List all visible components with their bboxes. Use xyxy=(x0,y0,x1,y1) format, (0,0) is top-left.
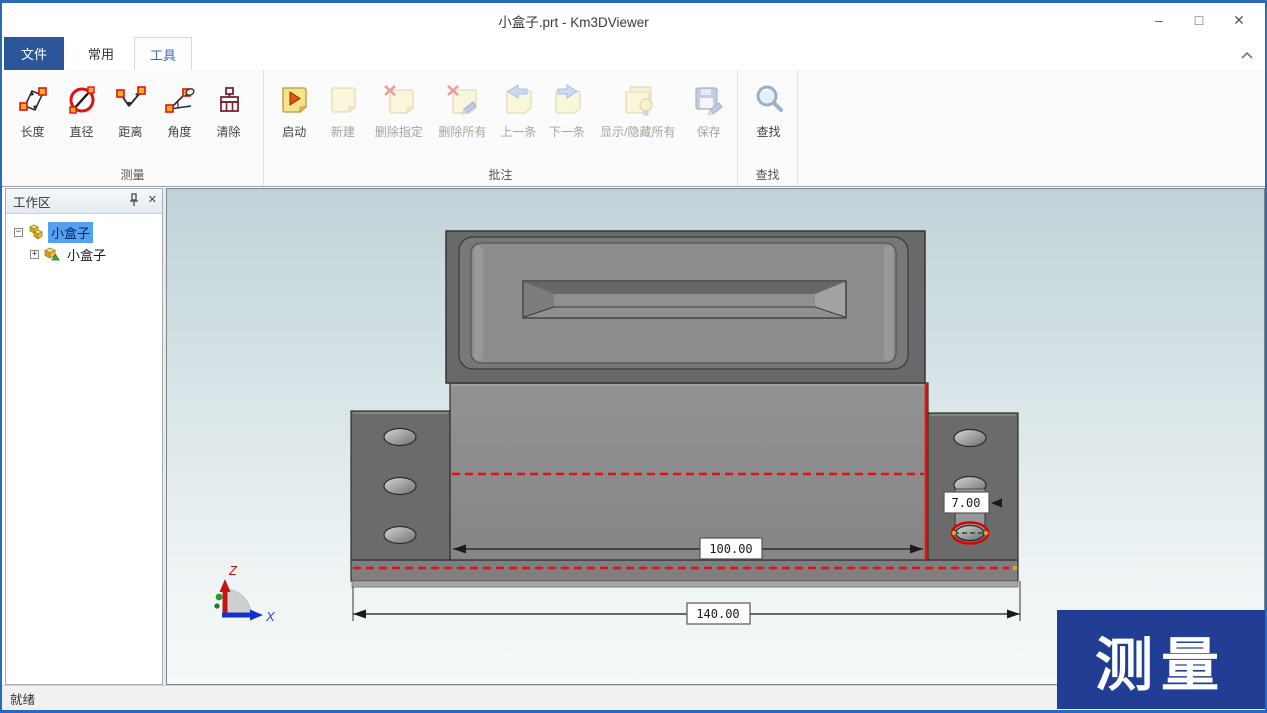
length-button[interactable]: 长度 xyxy=(8,78,57,140)
group-label-annotation: 批注 xyxy=(264,166,737,183)
ribbon-group-annotation: 启动 新建 xyxy=(264,70,738,186)
button-label: 保存 xyxy=(697,123,721,140)
button-label: 角度 xyxy=(167,123,191,140)
annotation-new-button[interactable]: 新建 xyxy=(319,78,368,140)
tab-tools[interactable]: 工具 xyxy=(134,37,192,70)
button-label: 启动 xyxy=(282,123,306,140)
search-icon xyxy=(751,80,787,120)
collapse-expander-icon[interactable]: − xyxy=(14,228,23,237)
button-label: 新建 xyxy=(331,123,355,140)
maximize-button[interactable]: □ xyxy=(1179,7,1219,33)
workspace-panel: 工作区 ✕ − 小盒 xyxy=(5,188,163,685)
workspace-tree: − 小盒子 + 小盒子 xyxy=(6,214,162,265)
minimize-button[interactable]: – xyxy=(1139,7,1179,33)
button-label: 长度 xyxy=(20,123,44,140)
clear-brush-icon xyxy=(211,80,247,120)
note-save-icon xyxy=(691,80,727,120)
pin-icon[interactable] xyxy=(128,193,140,207)
x-axis-label: X xyxy=(265,609,276,624)
part-icon xyxy=(43,246,60,262)
button-label: 显示/隐藏所有 xyxy=(600,123,675,140)
model-part[interactable] xyxy=(351,231,1018,587)
button-label: 直径 xyxy=(69,123,93,140)
close-button[interactable]: ✕ xyxy=(1219,7,1259,33)
button-label: 距离 xyxy=(118,123,142,140)
group-label-measure: 测量 xyxy=(2,166,263,183)
distance-button[interactable]: 距离 xyxy=(106,78,155,140)
angle-button[interactable]: 角度 xyxy=(155,78,204,140)
tree-node-label[interactable]: 小盒子 xyxy=(48,222,93,243)
tree-row-child[interactable]: + 小盒子 xyxy=(6,243,162,265)
dimension-label-100[interactable]: 100.00 xyxy=(709,542,752,556)
tree-row-root[interactable]: − 小盒子 xyxy=(6,221,162,243)
button-label: 查找 xyxy=(756,123,780,140)
annotation-save-button[interactable]: 保存 xyxy=(684,78,733,140)
dimension-label-140[interactable]: 140.00 xyxy=(696,607,739,621)
window-title: 小盒子.prt - Km3DViewer xyxy=(2,11,1145,31)
chevron-up-icon[interactable] xyxy=(1239,49,1255,61)
button-label: 下一条 xyxy=(549,123,585,140)
measure-length-icon xyxy=(15,80,51,120)
titlebar: 小盒子.prt - Km3DViewer – □ ✕ xyxy=(2,3,1265,37)
measure-angle-icon xyxy=(162,80,198,120)
button-label: 上一条 xyxy=(500,123,536,140)
annotation-delete-one-button[interactable]: 删除指定 xyxy=(367,78,430,140)
group-label-find: 查找 xyxy=(738,166,797,183)
find-button[interactable]: 查找 xyxy=(744,78,793,140)
z-axis-label: Z xyxy=(228,563,238,578)
status-text: 就绪 xyxy=(10,689,35,708)
workspace-titlebar: 工作区 ✕ xyxy=(6,189,162,214)
annotation-next-button[interactable]: 下一条 xyxy=(543,78,592,140)
clear-button[interactable]: 清除 xyxy=(204,78,253,140)
assembly-icon xyxy=(27,224,44,240)
y-axis-marker xyxy=(216,594,223,601)
workspace-title: 工作区 xyxy=(13,192,51,211)
measure-diameter-icon xyxy=(64,80,100,120)
annotation-prev-button[interactable]: 上一条 xyxy=(494,78,543,140)
expand-expander-icon[interactable]: + xyxy=(30,250,39,259)
note-new-icon xyxy=(325,80,361,120)
ribbon-group-find: 查找 查找 xyxy=(738,70,798,186)
tree-node-label[interactable]: 小盒子 xyxy=(64,244,109,265)
ribbon: 长度 直径 xyxy=(2,70,1265,187)
button-label: 清除 xyxy=(216,123,240,140)
window-controls: – □ ✕ xyxy=(1139,7,1259,33)
note-delete-one-icon xyxy=(381,80,417,120)
dimension-label-7[interactable]: 7.00 xyxy=(952,496,981,510)
app-window: 小盒子.prt - Km3DViewer – □ ✕ 文件 常用 工具 xyxy=(0,0,1267,713)
button-label: 删除指定 xyxy=(375,123,423,140)
ribbon-tab-row: 文件 常用 工具 xyxy=(2,37,1265,70)
workspace-close-icon[interactable]: ✕ xyxy=(148,193,157,207)
note-next-icon xyxy=(549,80,585,120)
ribbon-group-measure: 长度 直径 xyxy=(2,70,264,186)
annotation-showhide-button[interactable]: 显示/隐藏所有 xyxy=(591,78,684,140)
note-start-icon xyxy=(276,80,312,120)
tab-file[interactable]: 文件 xyxy=(4,37,64,70)
diameter-button[interactable]: 直径 xyxy=(57,78,106,140)
measure-watermark: 测量 xyxy=(1057,610,1265,709)
button-label: 删除所有 xyxy=(438,123,486,140)
note-showhide-icon xyxy=(620,80,656,120)
note-delete-all-icon xyxy=(444,80,480,120)
annotation-delete-all-button[interactable]: 删除所有 xyxy=(431,78,494,140)
tab-common[interactable]: 常用 xyxy=(72,37,130,70)
measure-distance-icon xyxy=(113,80,149,120)
note-prev-icon xyxy=(500,80,536,120)
annotation-start-button[interactable]: 启动 xyxy=(270,78,319,140)
